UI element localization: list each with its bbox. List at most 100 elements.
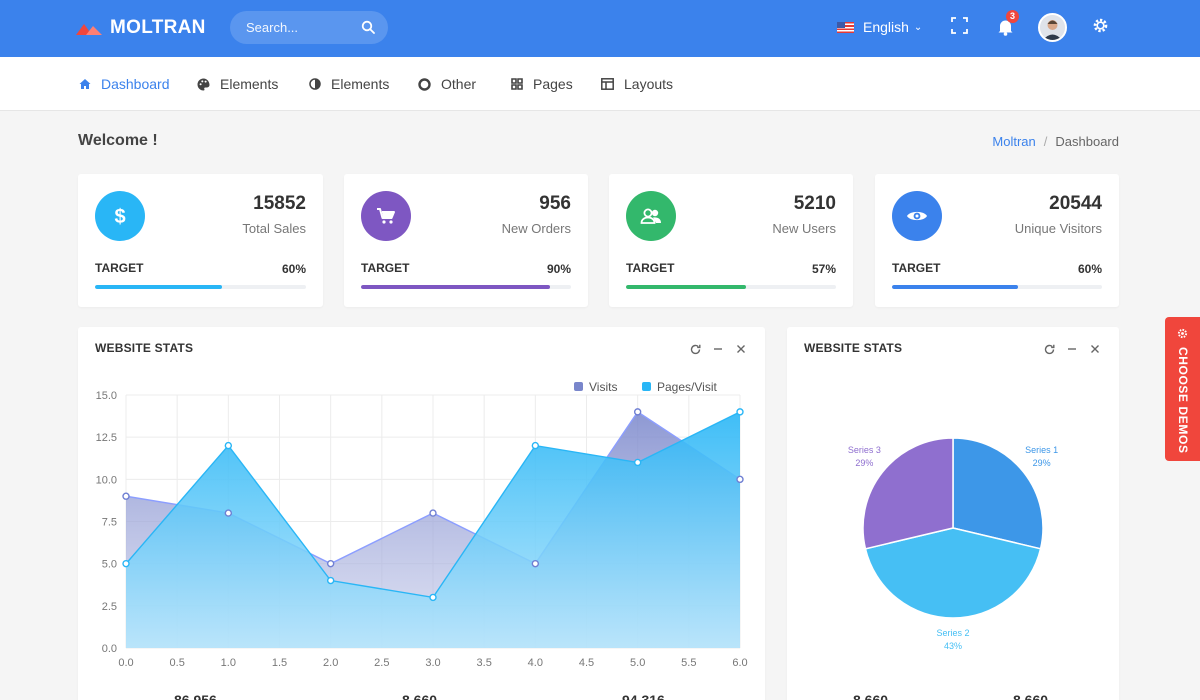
nav-label: Pages (533, 76, 573, 92)
palette-icon (197, 78, 210, 91)
stat-label: Total Sales (242, 221, 306, 236)
legend-label: Visits (589, 380, 617, 394)
eye-icon (907, 211, 927, 221)
nav-label: Other (441, 76, 477, 92)
legend-label: Pages/Visit (657, 380, 717, 394)
avatar[interactable] (1038, 13, 1067, 42)
website-stats-pie-panel: WEBSITE STATS Series 1 29% Series 2 43% Seri… (787, 327, 1119, 700)
search-box (230, 11, 388, 44)
pie-slice-percent: 43% (944, 641, 962, 651)
progress-track (361, 285, 571, 289)
cart-icon (377, 208, 395, 224)
target-percent: 57% (811, 262, 836, 276)
y-tick-label: 12.5 (96, 432, 117, 444)
x-tick-label: 4.0 (528, 657, 543, 669)
legend-swatch (574, 382, 583, 391)
target-label: TARGET (95, 261, 144, 275)
progress-fill (95, 285, 222, 289)
x-tick-label: 4.5 (579, 657, 594, 669)
data-point (224, 509, 233, 517)
breadcrumb-link-moltran[interactable]: Moltran (992, 134, 1035, 149)
summary-value: 8,660 (853, 692, 889, 700)
progress-track (626, 285, 836, 289)
x-tick-label: 2.0 (323, 657, 338, 669)
stat-icon-circle (626, 191, 676, 241)
y-tick-label: 5.0 (102, 559, 117, 571)
data-point (326, 559, 335, 568)
data-point (429, 509, 437, 517)
data-point (531, 441, 540, 450)
legend-swatch (642, 382, 651, 391)
nav-item-pages[interactable]: Pages (510, 76, 573, 92)
x-tick-label: 0.0 (118, 657, 133, 669)
progress-fill (892, 285, 1018, 289)
x-tick-label: 0.5 (170, 657, 185, 669)
notification-badge: 3 (1006, 10, 1019, 23)
target-percent: 60% (1077, 262, 1102, 276)
fullscreen-icon[interactable] (951, 17, 968, 34)
data-point (531, 559, 540, 568)
pie-slice-name: Series 3 (848, 445, 881, 455)
data-point (224, 441, 233, 450)
nav-item-other[interactable]: Other (418, 76, 476, 92)
home-icon (78, 78, 91, 91)
data-point (326, 576, 335, 585)
target-label: TARGET (626, 261, 675, 275)
stat-icon-circle: $ (95, 191, 145, 241)
chevron-down-icon: ⌄ (913, 21, 923, 33)
search-input[interactable] (246, 11, 356, 44)
pages-icon (510, 78, 523, 91)
nav-item-layouts[interactable]: Layouts (601, 76, 673, 92)
language-label: English (863, 19, 909, 35)
nav-item-elements[interactable]: Elements (197, 76, 278, 92)
stat-card-total-sales: $ 15852 Total Sales TARGET 60% (78, 174, 323, 307)
summary-value: 86,956 (174, 692, 217, 700)
dollar-icon: $ (114, 206, 125, 227)
stat-value: 15852 (253, 193, 306, 214)
stat-label: New Orders (501, 221, 571, 236)
stat-icon-circle (892, 191, 942, 241)
stat-card-new-users: 5210 New Users TARGET 57% (609, 174, 853, 307)
summary-value: 8,660 (402, 692, 438, 700)
progress-track (95, 285, 306, 289)
stat-value: 5210 (793, 193, 836, 214)
x-tick-label: 1.0 (221, 657, 236, 669)
nav-item-dashboard[interactable]: Dashboard (78, 76, 170, 92)
data-point (122, 559, 130, 568)
users-icon (640, 208, 661, 224)
brand-logo[interactable]: MOLTRAN (76, 17, 206, 39)
svg-text:$: $ (114, 206, 125, 227)
nav-label: Elements (331, 76, 390, 92)
language-selector[interactable]: English ⌄ (837, 19, 922, 35)
breadcrumb: Moltran / Dashboard (992, 134, 1119, 149)
target-percent: 90% (546, 262, 571, 276)
y-tick-label: 0.0 (102, 643, 117, 655)
y-tick-label: 7.5 (102, 517, 117, 529)
data-point (633, 408, 642, 416)
gear-icon[interactable] (1092, 17, 1109, 34)
nav-label: Dashboard (101, 76, 170, 92)
data-point (633, 458, 642, 467)
website-stats-panel: WEBSITE STATS 0.0 2.5 5.0 7.5 10.0 12.5 15.0 0… (78, 327, 765, 700)
top-bar: MOLTRAN English ⌄ 3 (0, 0, 1200, 57)
website-stats-pie-chart: Series 1 29% Series 2 43% Series 3 29% (848, 437, 1058, 651)
website-stats-area-chart: 0.0 2.5 5.0 7.5 10.0 12.5 15.0 0.0 0.5 1.0 1.5 2.0… (96, 380, 748, 669)
y-tick-label: 2.5 (102, 601, 117, 613)
page-title: Welcome ! (78, 132, 158, 149)
search-icon[interactable] (361, 20, 375, 34)
x-tick-label: 2.5 (374, 657, 389, 669)
choose-demos-label: CHOOSE DEMOS (1176, 347, 1190, 454)
y-tick-label: 10.0 (96, 474, 117, 486)
breadcrumb-separator: / (1043, 134, 1048, 149)
target-percent: 60% (281, 262, 306, 276)
main-navigation: Dashboard Elements Elements Other Pages … (0, 57, 1200, 111)
progress-track (892, 285, 1102, 289)
target-label: TARGET (361, 261, 410, 275)
nav-item-elements-2[interactable]: Elements (308, 76, 389, 92)
x-tick-label: 6.0 (732, 657, 747, 669)
choose-demos-button[interactable]: CHOOSE DEMOS (1165, 317, 1200, 461)
x-tick-label: 1.5 (272, 657, 287, 669)
x-tick-label: 5.5 (681, 657, 696, 669)
stat-icon-circle (361, 191, 411, 241)
layout-icon (601, 78, 614, 91)
